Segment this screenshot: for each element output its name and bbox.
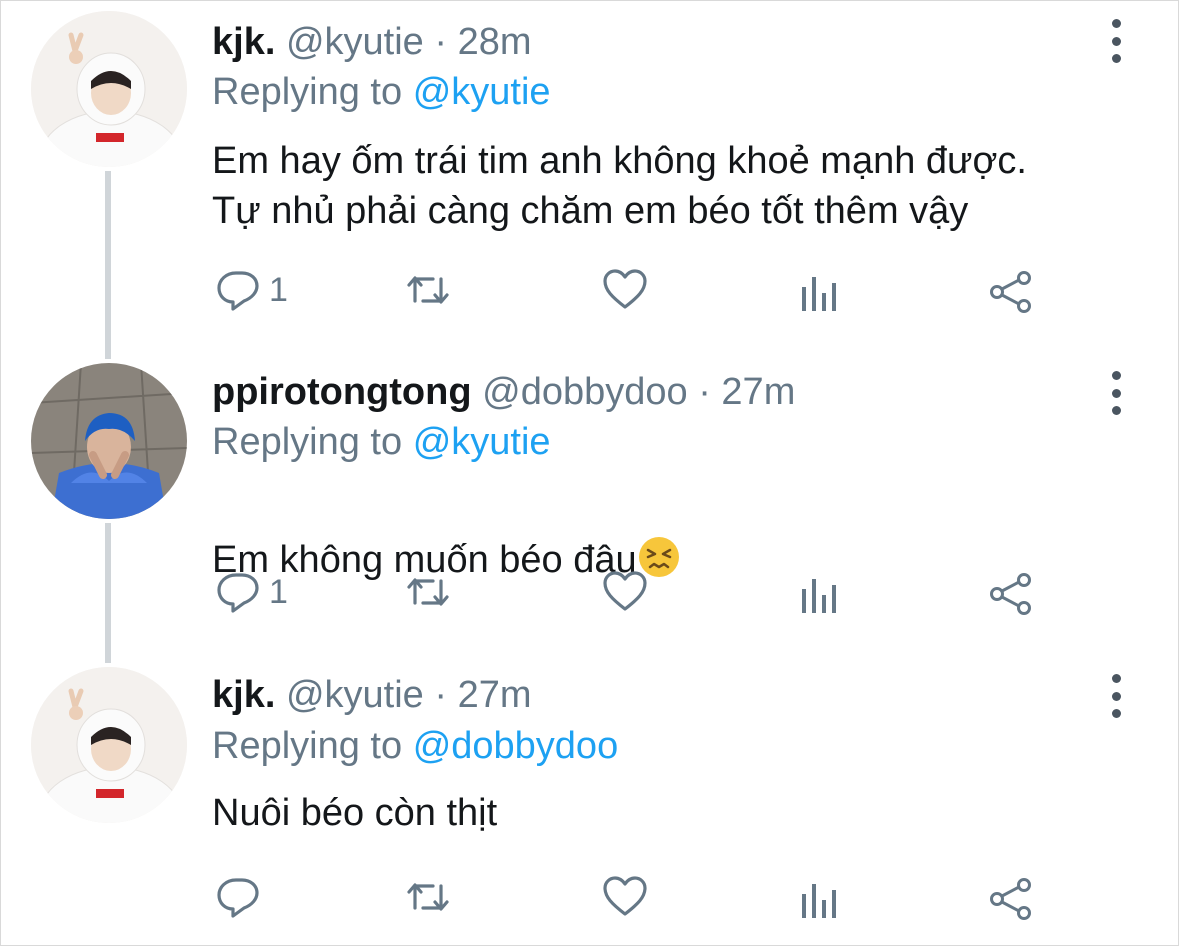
analytics-icon [802,277,836,311]
tweet[interactable]: kjk. @kyutie · 28m Replying to @kyutie E… [1,1,1179,341]
meta-separator: · [434,21,448,63]
avatar-white-hoodie-image [31,667,187,823]
display-name[interactable]: kjk. [212,21,275,63]
replying-to: Replying to @kyutie [212,70,551,114]
analytics-button[interactable] [797,876,843,926]
timestamp[interactable]: 27m [721,371,795,413]
reply-icon [217,271,259,311]
tweet[interactable]: ppirotongtong @dobbydoo · 27m Replying t… [1,351,1179,651]
reply-button[interactable]: 1 [215,567,288,617]
analytics-icon [802,579,836,613]
retweet-button[interactable] [405,872,451,922]
reply-button[interactable] [215,872,269,922]
like-button[interactable] [602,265,648,315]
reply-count: 1 [269,270,288,309]
replying-to-label: Replying to [212,725,403,767]
more-options-button[interactable] [1103,674,1129,718]
reply-icon [217,573,259,613]
replying-to: Replying to @kyutie [212,420,551,464]
reply-button[interactable]: 1 [215,265,288,315]
like-button[interactable] [602,872,648,922]
avatar-white-hoodie-image [31,11,187,167]
share-button[interactable] [988,874,1034,924]
more-vertical-icon [1111,371,1121,380]
retweet-icon [407,276,449,304]
more-vertical-icon [1111,19,1121,28]
share-button[interactable] [988,569,1034,619]
reply-count: 1 [269,572,288,611]
more-options-button[interactable] [1103,371,1129,415]
avatar[interactable] [31,667,187,823]
user-handle[interactable]: @dobbydoo [482,371,688,413]
analytics-button[interactable] [797,269,843,319]
avatar-blue-hair-image [31,363,187,519]
retweet-button[interactable] [405,567,451,617]
replying-to-label: Replying to [212,71,403,113]
retweet-icon [407,883,449,911]
share-icon [990,573,1031,615]
like-button[interactable] [602,567,648,617]
timestamp[interactable]: 27m [458,674,532,716]
user-handle[interactable]: @kyutie [286,674,424,716]
retweet-button[interactable] [405,265,451,315]
display-name[interactable]: kjk. [212,674,275,716]
reply-icon [217,878,259,918]
share-icon [990,271,1031,313]
tweet-text: Em hay ốm trái tim anh không khoẻ mạnh đ… [212,140,1027,232]
tweet-header: kjk. @kyutie · 27m [212,673,532,717]
replying-to-handle[interactable]: @kyutie [413,421,551,463]
more-options-button[interactable] [1103,19,1129,63]
replying-to-handle[interactable]: @dobbydoo [413,725,619,767]
more-vertical-icon [1111,674,1121,683]
analytics-icon [802,884,836,918]
analytics-button[interactable] [797,571,843,621]
replying-to: Replying to @dobbydoo [212,724,618,768]
tweet-header: kjk. @kyutie · 28m [212,20,532,64]
replying-to-label: Replying to [212,421,403,463]
thread-view: kjk. @kyutie · 28m Replying to @kyutie E… [0,0,1179,946]
timestamp[interactable]: 28m [458,21,532,63]
tweet-text: Nuôi béo còn thịt [212,792,498,834]
heart-icon [603,876,647,916]
share-icon [990,878,1031,920]
heart-icon [603,571,647,611]
avatar[interactable] [31,11,187,167]
replying-to-handle[interactable]: @kyutie [413,71,551,113]
user-handle[interactable]: @kyutie [286,21,424,63]
display-name[interactable]: ppirotongtong [212,371,472,413]
heart-icon [603,269,647,309]
avatar[interactable] [31,363,187,519]
meta-separator: · [698,371,711,413]
tweet[interactable]: kjk. @kyutie · 27m Replying to @dobbydoo… [1,656,1179,946]
retweet-icon [407,578,449,606]
share-button[interactable] [988,267,1034,317]
meta-separator: · [434,674,448,716]
tweet-header: ppirotongtong @dobbydoo · 27m [212,370,795,414]
